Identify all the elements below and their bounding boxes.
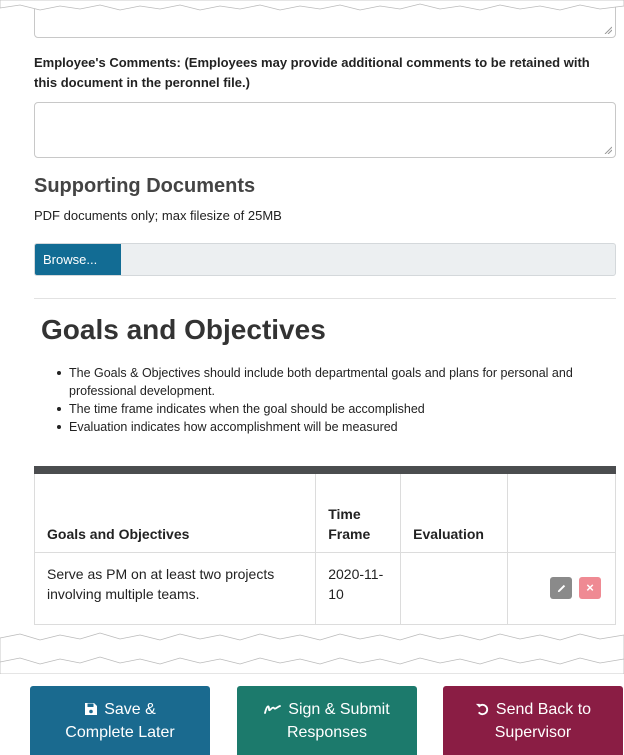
sign-submit-button[interactable]: Sign & Submit Responses: [237, 686, 417, 755]
goals-heading: Goals and Objectives: [41, 314, 326, 345]
signature-icon: [264, 705, 282, 714]
send-back-button[interactable]: Send Back to Supervisor: [443, 686, 623, 755]
save-button-label-line2: Complete Later: [65, 723, 175, 741]
close-icon: ×: [586, 580, 594, 595]
section-divider: [34, 298, 616, 299]
table-row: Serve as PM on at least two projects inv…: [33, 551, 616, 625]
edit-button[interactable]: [550, 577, 572, 599]
browse-button[interactable]: Browse...: [35, 244, 121, 275]
sign-button-label-line2: Responses: [286, 723, 368, 741]
delete-button[interactable]: ×: [579, 577, 601, 599]
goals-instructions-list: The Goals & Objectives should include bo…: [55, 364, 595, 436]
back-button-label-line1: Send Back to: [495, 700, 592, 718]
column-header-goals: Goals and Objectives: [33, 469, 317, 553]
list-item: The Goals & Objectives should include bo…: [55, 364, 595, 400]
employee-comments-label: Employee's Comments: (Employees may prov…: [34, 55, 590, 90]
employee-comments-textarea[interactable]: [34, 102, 616, 158]
file-upload-input[interactable]: Browse...: [34, 243, 616, 276]
torn-edge-bottom: [0, 624, 624, 674]
column-header-actions: [507, 469, 616, 553]
sign-button-label-line1: Sign & Submit: [288, 700, 390, 718]
floppy-disk-icon: [85, 703, 98, 715]
list-item: The time frame indicates when the goal s…: [55, 400, 595, 418]
goal-cell: Serve as PM on at least two projects inv…: [33, 551, 317, 625]
column-header-time-frame: Time Frame: [315, 469, 402, 553]
supporting-documents-help: PDF documents only; max filesize of 25MB: [34, 208, 282, 223]
undo-icon: [475, 703, 488, 715]
back-button-label-line2: Supervisor: [494, 723, 572, 741]
table-header-row: Goals and Objectives Time Frame Evaluati…: [33, 469, 616, 553]
actions-cell: ×: [507, 551, 616, 625]
evaluation-cell: [400, 551, 509, 625]
torn-edge-top: [0, 0, 624, 16]
resize-grip-icon[interactable]: [604, 26, 612, 34]
pencil-icon: [557, 584, 565, 592]
save-button-label-line1: Save &: [104, 700, 156, 718]
goals-table: Goals and Objectives Time Frame Evaluati…: [33, 466, 616, 625]
resize-grip-icon[interactable]: [604, 146, 612, 154]
supporting-documents-heading: Supporting Documents: [34, 175, 256, 197]
column-header-evaluation: Evaluation: [400, 469, 509, 553]
time-frame-cell: 2020-11-10: [315, 551, 402, 625]
list-item: Evaluation indicates how accomplishment …: [55, 418, 595, 436]
save-complete-later-button[interactable]: Save & Complete Later: [30, 686, 210, 755]
